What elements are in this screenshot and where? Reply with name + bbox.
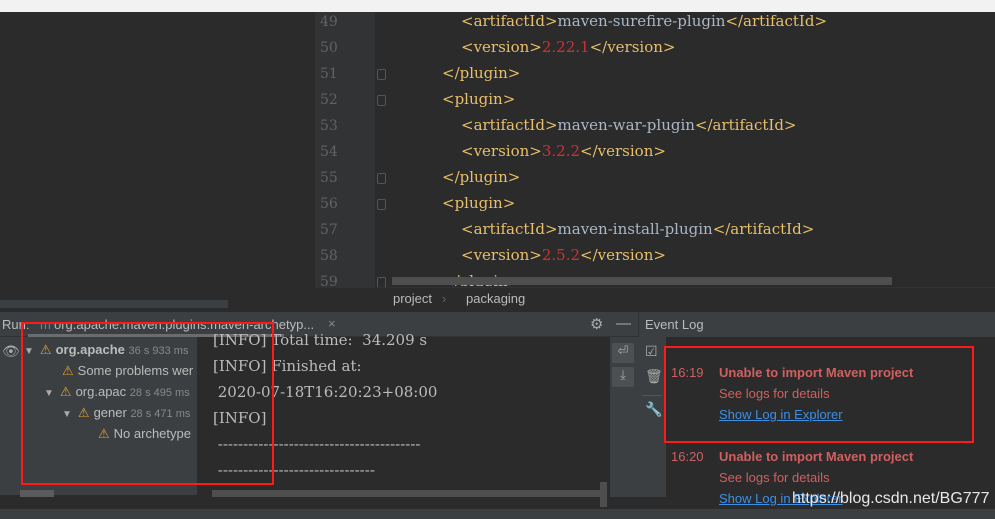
wrench-icon[interactable]: 🔧: [645, 401, 662, 418]
minimize-icon[interactable]: —: [616, 315, 631, 332]
code-line: <version>2.22.1</version>: [461, 38, 676, 56]
console-horizontal-scrollbar[interactable]: [212, 490, 607, 497]
close-tab-icon[interactable]: ×: [328, 316, 336, 331]
project-pane-scrollbar[interactable]: [0, 300, 228, 308]
highlight-box-event: [664, 346, 974, 443]
mark-all-read-icon[interactable]: ☑: [645, 343, 658, 360]
line-number: 50: [320, 40, 338, 56]
window-top-strip: [0, 0, 995, 12]
line-number: 51: [320, 66, 338, 82]
scroll-to-end-icon[interactable]: ⤓: [612, 367, 634, 387]
event-title: Unable to import Maven project: [719, 449, 914, 464]
console-vertical-scrollbar[interactable]: [600, 482, 607, 507]
editor-horizontal-scrollbar[interactable]: [392, 277, 892, 285]
soft-wrap-icon[interactable]: ⏎: [612, 343, 634, 363]
code-line: <plugin>: [442, 194, 516, 212]
line-number: 53: [320, 118, 338, 134]
fold-marker-icon[interactable]: [377, 69, 386, 80]
line-number: 54: [320, 144, 338, 160]
trash-icon[interactable]: 🗑: [645, 368, 663, 385]
fold-marker-icon[interactable]: [377, 199, 386, 210]
watermark: https://blog.csdn.net/BG777: [792, 490, 990, 507]
event-log-title: Event Log: [645, 317, 704, 332]
toolbar-divider: [642, 395, 662, 396]
event-log-header: Event Log: [638, 312, 995, 337]
event-time: 16:20: [671, 449, 704, 464]
code-line: <artifactId>maven-war-plugin</artifactId…: [461, 116, 797, 134]
project-pane: [0, 12, 315, 308]
bottom-tool-window-bar: [0, 509, 995, 519]
fold-marker-icon[interactable]: [377, 95, 386, 106]
fold-marker-icon[interactable]: [377, 173, 386, 184]
code-line: <version>3.2.2</version>: [461, 142, 666, 160]
code-line: </plugin>: [442, 168, 521, 186]
breadcrumb-item-packaging[interactable]: packaging: [466, 291, 525, 306]
code-line: <artifactId>maven-install-plugin</artifa…: [461, 220, 815, 238]
line-number: 52: [320, 92, 338, 108]
console-toolbar: ⏎ ⤓: [610, 337, 638, 497]
tree-scrollbar[interactable]: [20, 490, 54, 497]
line-number: 57: [320, 222, 338, 238]
highlight-box-run-tree: [21, 322, 274, 485]
event-detail: See logs for details: [719, 470, 830, 485]
line-number: 49: [320, 14, 338, 30]
code-line: </plugin>: [442, 64, 521, 82]
eye-icon[interactable]: 👁: [2, 343, 20, 360]
line-number: 55: [320, 170, 338, 186]
code-line: <plugin>: [442, 90, 516, 108]
code-line: <artifactId>maven-surefire-plugin</artif…: [461, 12, 828, 30]
code-line: <version>2.5.2</version>: [461, 246, 666, 264]
gear-icon[interactable]: ⚙: [590, 315, 603, 333]
breadcrumb: project › packaging: [315, 287, 995, 310]
line-number: 56: [320, 196, 338, 212]
breadcrumb-item-project[interactable]: project: [393, 291, 432, 306]
event-log-toolbar: ☑ 🗑 🔧: [638, 337, 666, 497]
line-number: 58: [320, 248, 338, 264]
